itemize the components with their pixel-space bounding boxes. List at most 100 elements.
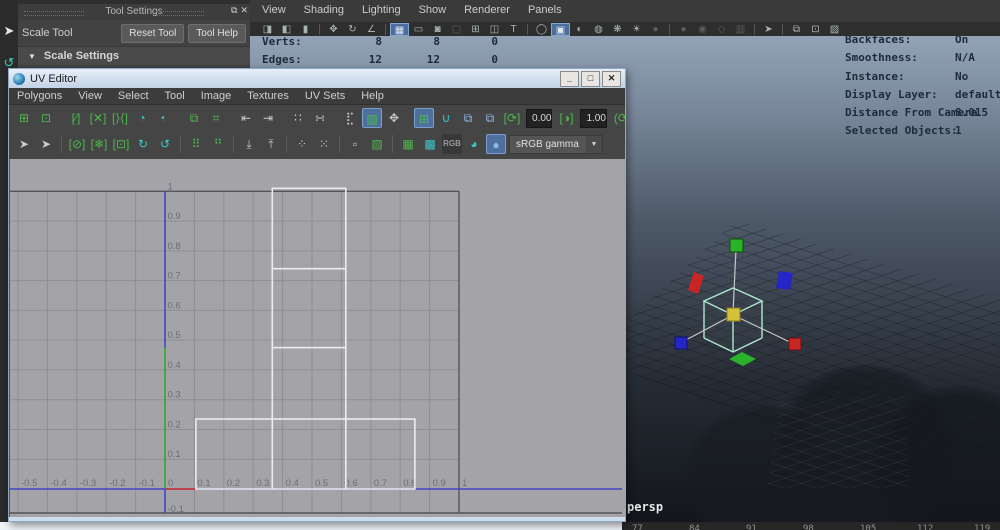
uv-menu-image[interactable]: Image: [201, 90, 232, 102]
panel-menu-panels[interactable]: Panels: [528, 4, 562, 16]
snap-bottom-icon[interactable]: ⤓: [239, 134, 259, 154]
reset-tool-button[interactable]: Reset Tool: [121, 24, 184, 43]
uv-menu-help[interactable]: Help: [361, 90, 384, 102]
alpha-channel-icon[interactable]: ◕: [464, 134, 484, 154]
float-panel-icon[interactable]: ⧉: [231, 5, 237, 16]
split-uvs-icon[interactable]: [❄]: [89, 134, 109, 154]
uv-shell-select-icon[interactable]: ➤: [36, 134, 56, 154]
uv-menu-view[interactable]: View: [78, 90, 102, 102]
pixel-snap-icon[interactable]: ⊞: [414, 108, 434, 128]
motion-blur-icon[interactable]: ◉: [693, 23, 712, 36]
time-slider[interactable]: 77849198105112119: [622, 522, 1000, 530]
unfold-ccw-icon[interactable]: ↻: [133, 134, 153, 154]
cut-uv-edges-icon[interactable]: [⊘]: [67, 134, 87, 154]
uv-select-icon[interactable]: ➤: [14, 134, 34, 154]
tool-settings-header[interactable]: Tool Settings ⧉ ✕: [18, 4, 250, 20]
snap-top-icon[interactable]: ⤒: [261, 134, 281, 154]
grid-toggle-icon[interactable]: ▦: [390, 23, 409, 36]
panel-menu-shading[interactable]: Shading: [304, 4, 344, 16]
camera-icon[interactable]: ◨: [258, 23, 277, 36]
panel-grip[interactable]: [24, 11, 84, 16]
two-d-pan-zoom-icon[interactable]: ↻: [343, 23, 362, 36]
safe-action-icon[interactable]: ◫: [485, 23, 504, 36]
pane-image-icon[interactable]: ▨: [825, 23, 844, 36]
layout-uvs-icon[interactable]: ⧉: [184, 108, 204, 128]
scale-settings-section[interactable]: ▼ Scale Settings: [18, 46, 250, 65]
shadows-icon[interactable]: ●: [646, 23, 665, 36]
oblique-icon[interactable]: ∠: [362, 23, 381, 36]
safe-title-icon[interactable]: T: [504, 23, 523, 36]
pane-layout-icon[interactable]: ⧉: [787, 23, 806, 36]
textured-icon[interactable]: ◍: [589, 23, 608, 36]
close-panel-icon[interactable]: ✕: [240, 5, 248, 16]
uv-menu-tool[interactable]: Tool: [165, 90, 185, 102]
occlusion-icon[interactable]: ●: [674, 23, 693, 36]
uv-editor-titlebar[interactable]: UV Editor _□✕: [9, 69, 625, 88]
image-plane-icon[interactable]: ✥: [324, 23, 343, 36]
flip-v-icon[interactable]: [✕]: [88, 108, 108, 128]
align-u-min-icon[interactable]: ⇤: [236, 108, 256, 128]
uv-menu-select[interactable]: Select: [118, 90, 149, 102]
flat-shade-icon[interactable]: ◐: [570, 23, 589, 36]
select-tool-icon[interactable]: ➤: [0, 18, 18, 44]
rotate-ccw-icon[interactable]: ◔: [132, 108, 152, 128]
uv-menu-textures[interactable]: Textures: [247, 90, 289, 102]
depth-peeling-icon[interactable]: ▥: [731, 23, 750, 36]
rgb-channels-icon[interactable]: RGB: [442, 134, 462, 154]
paste-uvs-icon[interactable]: ⧉: [480, 108, 500, 128]
collapse-arrow-icon[interactable]: ▼: [28, 52, 36, 61]
uv-lattice-icon[interactable]: ⊞: [14, 108, 34, 128]
align-u-max-icon[interactable]: ⇥: [258, 108, 278, 128]
relax-uvs-icon[interactable]: ⠛: [208, 134, 228, 154]
distribute-v-icon[interactable]: ∺: [310, 108, 330, 128]
shrink-square-icon[interactable]: ▫: [345, 134, 365, 154]
smooth-shade-icon[interactable]: ▣: [551, 23, 570, 36]
distribute-u-icon[interactable]: ∷: [288, 108, 308, 128]
exposure-field[interactable]: 0.00: [526, 109, 552, 128]
use-all-lights-icon[interactable]: ❋: [608, 23, 627, 36]
tool-help-button[interactable]: Tool Help: [188, 24, 246, 43]
default-lighting-icon[interactable]: ☀: [627, 23, 646, 36]
sew-uv-edges-icon[interactable]: [⊡]: [111, 134, 131, 154]
spread-uvs-icon[interactable]: ⁙: [314, 134, 334, 154]
image-ratio-icon[interactable]: ▨: [367, 134, 387, 154]
wireframe-icon[interactable]: ◯: [532, 23, 551, 36]
display-image-icon[interactable]: ▨: [362, 108, 382, 128]
partial-edge-icon[interactable]: (⟳: [611, 108, 625, 128]
rotate-uv-icon[interactable]: [⟩⟨]: [110, 108, 130, 128]
panel-menu-renderer[interactable]: Renderer: [464, 4, 510, 16]
magnet-snap-icon[interactable]: ∪: [436, 108, 456, 128]
pane-single-icon[interactable]: ⊡: [806, 23, 825, 36]
isolate-select-uv-icon[interactable]: ⣏: [340, 108, 360, 128]
panel-grip[interactable]: [156, 11, 204, 16]
film-gate-icon[interactable]: ▭: [409, 23, 428, 36]
copy-uvs-icon[interactable]: ⧉: [458, 108, 478, 128]
isolate-select-icon[interactable]: ➤: [759, 23, 778, 36]
unfold-uvs-icon[interactable]: ⠿: [186, 134, 206, 154]
minimize-button[interactable]: _: [560, 71, 579, 87]
uv-menu-polygons[interactable]: Polygons: [17, 90, 62, 102]
resolution-gate-icon[interactable]: ◙: [428, 23, 447, 36]
multisample-icon[interactable]: ◇: [712, 23, 731, 36]
uv-grid-toggle-icon[interactable]: ▦: [398, 134, 418, 154]
panel-menu-lighting[interactable]: Lighting: [362, 4, 401, 16]
grid-uvs-icon[interactable]: ⌗: [206, 108, 226, 128]
checker-map-icon[interactable]: ▩: [420, 134, 440, 154]
gate-mask-icon[interactable]: ▢: [447, 23, 466, 36]
gamma-icon[interactable]: [◑]: [556, 108, 576, 128]
gamma-field[interactable]: 1.00: [580, 109, 606, 128]
exposure-icon[interactable]: [⟳]: [502, 108, 522, 128]
move-uv-shell-icon[interactable]: ⊡: [36, 108, 56, 128]
colorspace-dropdown[interactable]: sRGB gamma▼: [509, 135, 603, 154]
uv-menu-uv-sets[interactable]: UV Sets: [305, 90, 345, 102]
expand-image-icon[interactable]: ✥: [384, 108, 404, 128]
match-uvs-icon[interactable]: ⁘: [292, 134, 312, 154]
close-button[interactable]: ✕: [602, 71, 621, 87]
rotate-cw-icon[interactable]: ◔: [154, 108, 174, 128]
chevron-down-icon[interactable]: ▼: [586, 136, 602, 153]
panel-menu-show[interactable]: Show: [419, 4, 447, 16]
dim-image-icon[interactable]: ●: [486, 134, 506, 154]
field-chart-icon[interactable]: ⊞: [466, 23, 485, 36]
flip-u-icon[interactable]: [∕]: [66, 108, 86, 128]
unfold-cw-icon[interactable]: ↺: [155, 134, 175, 154]
